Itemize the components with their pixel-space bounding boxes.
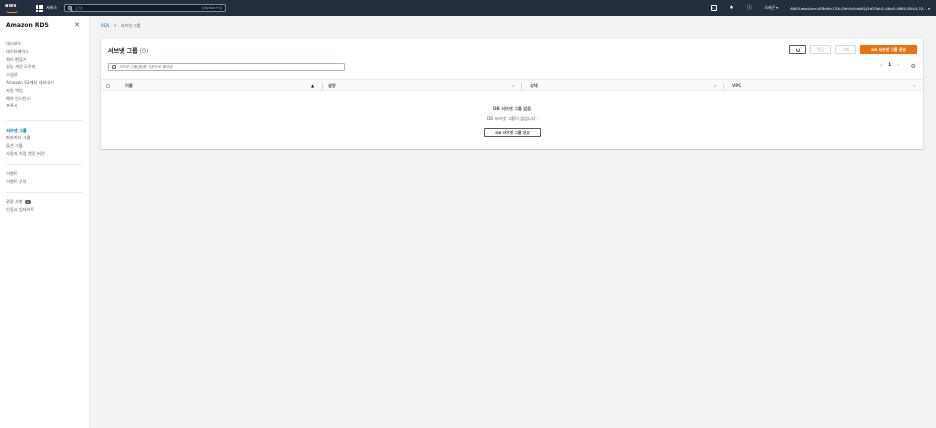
- sidebar-item-subnet-groups[interactable]: 서브넷 그룹: [0, 127, 89, 135]
- breadcrumb-current: 서브넷 그룹: [120, 23, 141, 28]
- chevron-down-icon[interactable]: ∨: [512, 80, 515, 92]
- column-separator: [521, 83, 522, 89]
- sidebar-item-performance-insights[interactable]: 성능 개선 도우미: [0, 63, 89, 71]
- help-icon[interactable]: ⓘ: [747, 5, 753, 11]
- column-header-vpc[interactable]: VPC: [732, 80, 741, 92]
- sidebar-item-option-groups[interactable]: 옵션 그룹: [0, 142, 89, 150]
- edit-button[interactable]: 편집: [810, 45, 831, 54]
- empty-state-title: DB 서브넷 그룹 없음: [492, 106, 531, 111]
- current-page-number[interactable]: 1: [888, 63, 891, 68]
- sidebar-title[interactable]: Amazon RDS: [6, 22, 49, 29]
- column-separator: [723, 83, 724, 89]
- page-title: 서브넷 그룹 (0): [108, 46, 148, 55]
- chevron-down-icon[interactable]: ∨: [913, 80, 916, 92]
- sort-ascending-icon[interactable]: ▲: [311, 80, 314, 92]
- sidebar-item-events[interactable]: 이벤트: [0, 170, 89, 178]
- table-header: 이름 ▲ 설명 ∨ 상태 ∨ VPC ∨: [101, 79, 923, 91]
- sidebar-item-proxies[interactable]: 프록시: [0, 102, 89, 110]
- filter-input[interactable]: [118, 65, 341, 69]
- sidebar-item-recommendations[interactable]: 권장 사항 0: [0, 198, 89, 206]
- region-selector[interactable]: 오레곤 ▾: [765, 5, 779, 11]
- bell-icon[interactable]: ♦: [729, 5, 735, 11]
- select-all-checkbox[interactable]: [106, 84, 110, 88]
- column-header-description[interactable]: 설명: [328, 80, 336, 92]
- close-icon[interactable]: ✕: [74, 21, 80, 29]
- sidebar-divider: [6, 191, 83, 193]
- breadcrumb-separator: >: [113, 23, 117, 28]
- aws-smile-icon: [6, 10, 18, 13]
- panel-title-text: 서브넷 그룹: [108, 48, 138, 55]
- sidebar-item-snapshots[interactable]: 스냅샷: [0, 71, 89, 79]
- breadcrumb-rds[interactable]: RDS: [101, 23, 109, 29]
- global-search-input[interactable]: [75, 5, 202, 11]
- global-search-box[interactable]: [Option+S]: [64, 4, 227, 12]
- sidebar-item-parameter-groups[interactable]: 파라미터 그룹: [0, 134, 89, 142]
- sidebar-item-recommendations-label: 권장 사항: [6, 199, 23, 205]
- sidebar-item-dashboard[interactable]: 대시보드: [0, 40, 89, 48]
- services-menu-label[interactable]: 서비스: [46, 5, 57, 11]
- item-count: (0): [139, 48, 149, 55]
- column-separator: [322, 83, 323, 89]
- sidebar-item-event-subscriptions[interactable]: 이벤트 구독: [0, 178, 89, 186]
- refresh-icon: [795, 47, 800, 52]
- sidebar-item-automated-backups[interactable]: 자동 백업: [0, 87, 89, 95]
- sidebar-item-custom-engine-versions[interactable]: 사용자 지정 엔진 버전: [0, 150, 89, 158]
- sidebar-header: Amazon RDS ✕: [0, 16, 89, 35]
- column-header-name[interactable]: 이름: [125, 80, 133, 92]
- sidebar: Amazon RDS ✕ 대시보드 데이터베이스 쿼리 편집기 성능 개선 도우…: [0, 16, 90, 428]
- column-header-status[interactable]: 상태: [530, 80, 538, 92]
- chevron-down-icon[interactable]: ∨: [714, 80, 717, 92]
- aws-logo-text: aws: [5, 2, 17, 9]
- prev-page-button[interactable]: ‹: [880, 63, 882, 68]
- aws-logo[interactable]: aws: [5, 3, 20, 14]
- sidebar-item-reserved-instances[interactable]: 예약 인스턴스: [0, 95, 89, 103]
- search-icon: [112, 65, 116, 69]
- next-page-button[interactable]: ›: [897, 63, 899, 68]
- sidebar-divider: [6, 163, 83, 165]
- sidebar-item-certificate-update[interactable]: 인증서 업데이트: [0, 206, 89, 214]
- pagination: ‹ 1 ›: [880, 63, 899, 68]
- filter-box[interactable]: [108, 63, 345, 71]
- delete-button[interactable]: 삭제: [835, 45, 856, 54]
- sidebar-item-databases[interactable]: 데이터베이스: [0, 48, 89, 56]
- sidebar-item-s3-export[interactable]: Amazon S3에서 내보내기: [0, 79, 89, 87]
- search-icon: [68, 6, 73, 10]
- sidebar-item-query-editor[interactable]: 쿼리 편집기: [0, 56, 89, 64]
- search-shortcut-hint: [Option+S]: [201, 6, 223, 10]
- recommendations-count-badge: 0: [24, 200, 31, 205]
- empty-state-create-button[interactable]: DB 서브넷 그룹 생성: [484, 128, 541, 137]
- top-nav-right: >_ ♦ ⓘ 오레곤 ▾ AWSLabsUser-dF8dHn133u7bhYz…: [705, 0, 936, 16]
- account-menu[interactable]: AWSLabsUser-dF8dHn133u7bhYz4hdlKLJ5d33dh…: [790, 6, 930, 11]
- cloudshell-icon[interactable]: >_: [710, 5, 717, 11]
- sidebar-divider: [6, 120, 83, 121]
- refresh-button[interactable]: [789, 45, 806, 54]
- services-grid-icon[interactable]: [36, 4, 43, 12]
- top-navigation-bar: aws 서비스 [Option+S] >_ ♦ ⓘ 오레곤 ▾ AWSLabsU…: [0, 0, 936, 16]
- breadcrumb: RDS > 서브넷 그룹: [101, 23, 140, 29]
- create-db-subnet-group-button[interactable]: DB 서브넷 그룹 생성: [860, 45, 917, 54]
- empty-state-message: DB 서브넷 그룹이 없습니다.: [487, 116, 537, 121]
- subnet-groups-panel: 서브넷 그룹 (0) 편집 삭제 DB 서브넷 그룹 생성 ‹ 1 › ⚙ 이름…: [101, 39, 923, 149]
- settings-gear-icon[interactable]: ⚙: [911, 63, 916, 71]
